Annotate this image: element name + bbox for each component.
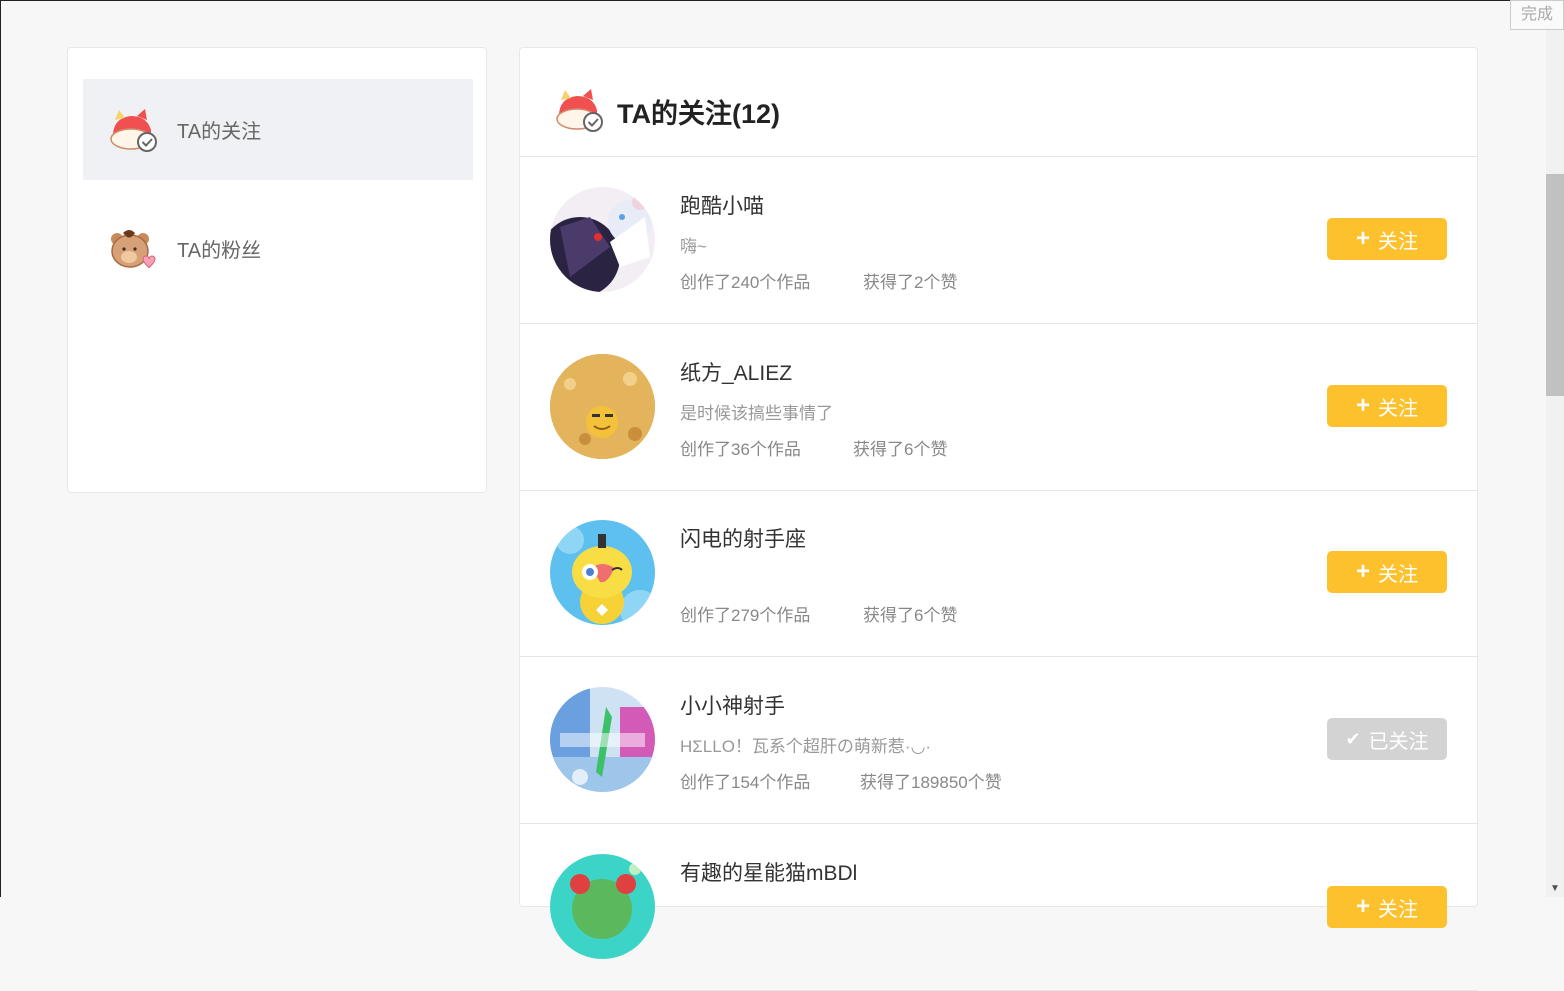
user-row: 小小神射手 HΣLLO！瓦系个超肝の萌新惹·◡· 创作了154个作品 获得了18… <box>520 657 1477 824</box>
sidebar-item-fans[interactable]: TA的粉丝 <box>83 198 473 299</box>
user-row: 跑酷小喵 嗨~ 创作了240个作品 获得了2个赞 + 关注 <box>520 157 1477 324</box>
avatar[interactable] <box>550 687 655 792</box>
plus-icon: + <box>1355 392 1370 419</box>
followed-button[interactable]: ✔ 已关注 <box>1327 718 1447 760</box>
likes-count: 获得了189850个赞 <box>860 773 1002 792</box>
likes-count: 获得了6个赞 <box>853 440 948 459</box>
sidebar-item-label: TA的关注 <box>177 121 262 143</box>
bear-heart-icon <box>111 230 156 269</box>
follow-button[interactable]: + 关注 <box>1327 886 1447 928</box>
following-panel: TA的关注(12) 跑酷小喵 嗨~ 创作了240个作品 获得了2个赞 + 关注 <box>519 47 1478 991</box>
follow-button[interactable]: + 关注 <box>1327 218 1447 260</box>
likes-count: 获得了2个赞 <box>863 273 958 292</box>
avatar[interactable] <box>550 354 655 459</box>
plus-icon: + <box>1355 558 1370 585</box>
user-bio: 是时候该搞些事情了 <box>680 404 833 423</box>
sidebar-item-following[interactable]: TA的关注 <box>83 79 473 180</box>
follow-button[interactable]: + 关注 <box>1327 385 1447 427</box>
plus-icon: + <box>1355 893 1370 920</box>
works-count: 创作了36个作品 <box>680 440 801 459</box>
check-icon: ✔ <box>1345 729 1361 749</box>
works-count: 创作了154个作品 <box>680 773 811 792</box>
avatar[interactable] <box>550 854 655 959</box>
page-title: TA的关注(12) <box>617 99 781 129</box>
user-name[interactable]: 闪电的射手座 <box>680 523 806 553</box>
avatar[interactable] <box>550 520 655 625</box>
panel-header: TA的关注(12) <box>520 48 1477 157</box>
works-count: 创作了240个作品 <box>680 273 811 292</box>
user-bio: HΣLLO！瓦系个超肝の萌新惹·◡· <box>680 737 932 756</box>
user-row: 闪电的射手座 创作了279个作品 获得了6个赞 + 关注 <box>520 490 1477 657</box>
works-count: 创作了279个作品 <box>680 606 811 625</box>
done-button[interactable]: 完成 <box>1510 0 1564 30</box>
scroll-down-icon[interactable]: ▼ <box>1550 883 1560 894</box>
user-name[interactable]: 小小神射手 <box>680 690 785 720</box>
avatar[interactable] <box>550 187 655 292</box>
user-row: 有趣的星能猫mBDl + 关注 <box>520 824 1477 991</box>
scrollbar-thumb[interactable] <box>1546 174 1564 396</box>
user-bio: 嗨~ <box>680 237 707 256</box>
cat-follow-icon <box>110 109 157 152</box>
scrollbar[interactable]: ▼ <box>1546 0 1564 897</box>
user-row: 纸方_ALIEZ 是时候该搞些事情了 创作了36个作品 获得了6个赞 + 关注 <box>520 324 1477 491</box>
user-name[interactable]: 有趣的星能猫mBDl <box>680 857 857 887</box>
sidebar: TA的关注 TA的粉丝 <box>67 47 487 493</box>
plus-icon: + <box>1355 225 1370 252</box>
likes-count: 获得了6个赞 <box>863 606 958 625</box>
follow-button[interactable]: + 关注 <box>1327 551 1447 593</box>
cat-follow-icon <box>556 89 603 132</box>
user-name[interactable]: 纸方_ALIEZ <box>680 357 792 387</box>
sidebar-item-label: TA的粉丝 <box>177 240 262 262</box>
user-name[interactable]: 跑酷小喵 <box>680 190 764 220</box>
